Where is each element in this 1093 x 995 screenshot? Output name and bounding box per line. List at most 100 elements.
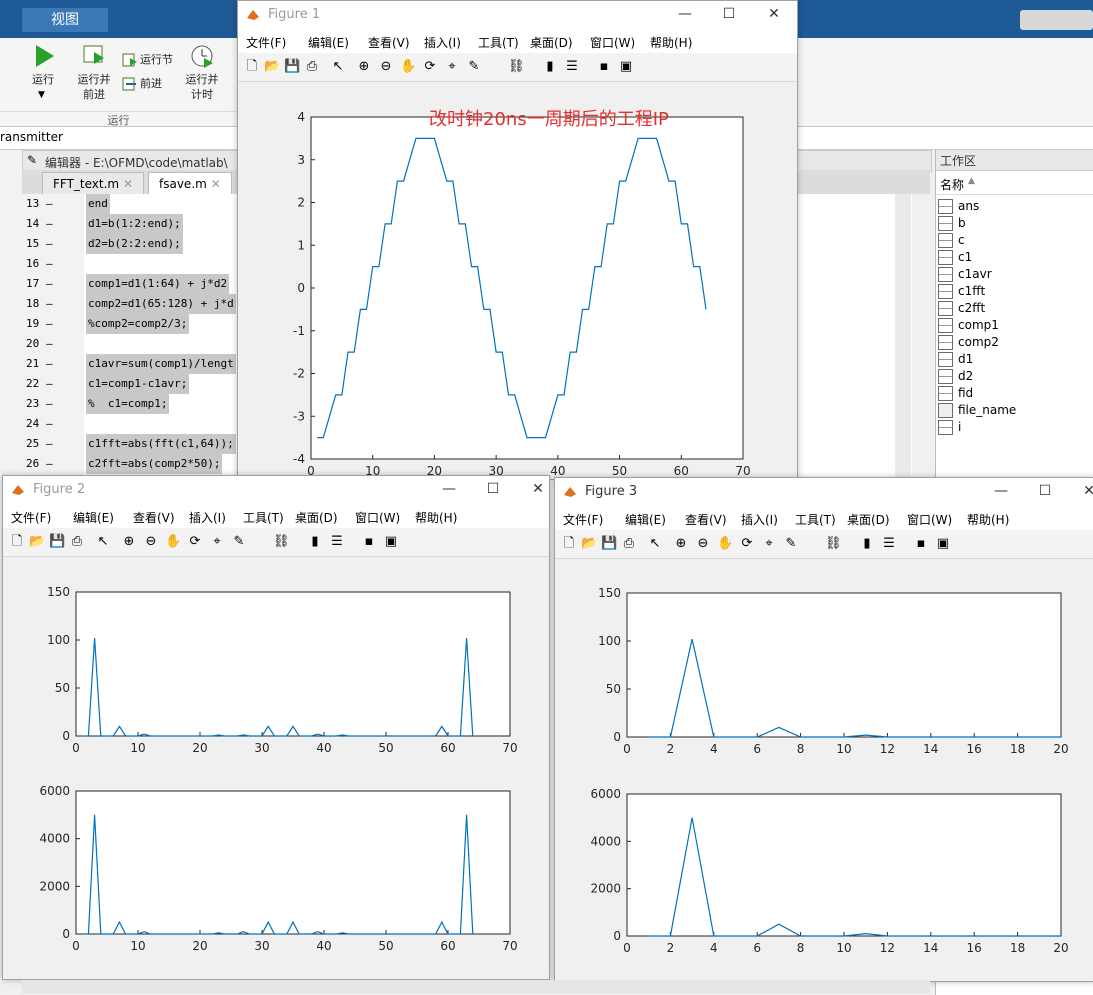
run-dropdown-icon[interactable]: ▼ bbox=[38, 90, 45, 100]
zoom-out-icon[interactable]: ⊖ bbox=[143, 534, 159, 550]
tab-view[interactable]: 视图 bbox=[22, 8, 108, 32]
figure-3-top-axes[interactable]: 0 2 4 6 8 10 12 14 16 18 20 0 50 100 150 bbox=[555, 578, 1093, 778]
workspace-variable[interactable]: d2 bbox=[938, 368, 973, 385]
menu-item[interactable]: 查看(V) bbox=[685, 511, 727, 528]
menu-item[interactable]: 帮助(H) bbox=[967, 511, 1009, 528]
minimize-button[interactable]: — bbox=[439, 481, 459, 497]
show-plot-tools-icon[interactable]: ▣ bbox=[383, 534, 399, 550]
breakpoint-marker[interactable]: — bbox=[46, 294, 53, 314]
link-plot-icon[interactable]: ⛓ bbox=[273, 534, 290, 550]
new-figure-icon[interactable]: 🗋 bbox=[561, 536, 577, 552]
workspace-variable[interactable]: c1fft bbox=[938, 283, 985, 300]
advance-button[interactable]: 前进 bbox=[140, 76, 162, 91]
print-icon[interactable]: ⎙ bbox=[304, 59, 320, 75]
open-file-icon[interactable]: 📂 bbox=[581, 536, 597, 552]
print-icon[interactable]: ⎙ bbox=[69, 534, 85, 550]
legend-icon[interactable]: ☰ bbox=[564, 59, 580, 75]
workspace-variable[interactable]: comp2 bbox=[938, 334, 999, 351]
menu-item[interactable]: 文件(F) bbox=[246, 34, 286, 51]
maximize-button[interactable]: ☐ bbox=[483, 481, 503, 497]
desktop-hscrollbar[interactable] bbox=[22, 980, 930, 994]
workspace-variable[interactable]: c2fft bbox=[938, 300, 985, 317]
show-plot-tools-icon[interactable]: ▣ bbox=[935, 536, 951, 552]
run-time-button[interactable]: 运行并 计时 bbox=[178, 72, 226, 102]
hide-plot-tools-icon[interactable]: ▪ bbox=[913, 536, 929, 552]
open-file-icon[interactable]: 📂 bbox=[264, 59, 280, 75]
menu-item[interactable]: 桌面(D) bbox=[530, 34, 573, 51]
figure-3-bottom-axes[interactable]: 0 2 4 6 8 10 12 14 16 18 20 0 2000 4000 6000 bbox=[555, 778, 1093, 968]
breakpoint-marker[interactable]: — bbox=[46, 254, 53, 274]
open-file-icon[interactable]: 📂 bbox=[29, 534, 45, 550]
close-button[interactable]: ✕ bbox=[1079, 483, 1093, 499]
breakpoint-marker[interactable]: — bbox=[46, 354, 53, 374]
menu-item[interactable]: 插入(I) bbox=[741, 511, 778, 528]
data-cursor-icon[interactable]: ⌖ bbox=[761, 536, 777, 552]
run-section-icon[interactable] bbox=[122, 52, 138, 71]
run-section-button[interactable]: 运行节 bbox=[140, 52, 173, 67]
menu-item[interactable]: 帮助(H) bbox=[415, 509, 457, 526]
menu-item[interactable]: 窗口(W) bbox=[590, 34, 635, 51]
breakpoint-marker[interactable]: — bbox=[46, 214, 53, 234]
print-icon[interactable]: ⎙ bbox=[621, 536, 637, 552]
workspace-variable[interactable]: c1avr bbox=[938, 266, 992, 283]
breakpoint-marker[interactable]: — bbox=[46, 414, 53, 434]
menu-item[interactable]: 文件(F) bbox=[11, 509, 51, 526]
save-icon[interactable]: 💾 bbox=[284, 59, 300, 75]
new-figure-icon[interactable]: 🗋 bbox=[244, 59, 260, 75]
show-plot-tools-icon[interactable]: ▣ bbox=[618, 59, 634, 75]
menu-item[interactable]: 编辑(E) bbox=[73, 509, 114, 526]
workspace-variable[interactable]: d1 bbox=[938, 351, 973, 368]
legend-icon[interactable]: ☰ bbox=[881, 536, 897, 552]
close-button[interactable]: ✕ bbox=[764, 6, 784, 22]
menu-item[interactable]: 插入(I) bbox=[424, 34, 461, 51]
breakpoint-marker[interactable]: — bbox=[46, 334, 53, 354]
workspace-variable[interactable]: i bbox=[938, 419, 961, 436]
brush-icon[interactable]: ✎ bbox=[783, 536, 799, 552]
menu-item[interactable]: 窗口(W) bbox=[907, 511, 952, 528]
pan-icon[interactable]: ✋ bbox=[717, 536, 733, 552]
menu-item[interactable]: 桌面(D) bbox=[847, 511, 890, 528]
tab-fft-text[interactable]: FFT_text.m ✕ bbox=[42, 172, 145, 195]
colorbar-icon[interactable]: ▮ bbox=[859, 536, 875, 552]
menu-item[interactable]: 工具(T) bbox=[243, 509, 284, 526]
edit-plot-icon[interactable]: ↖ bbox=[330, 59, 346, 75]
breakpoint-marker[interactable]: — bbox=[46, 434, 53, 454]
quick-access-toolbar[interactable] bbox=[1020, 10, 1093, 30]
rotate-icon[interactable]: ⟳ bbox=[739, 536, 755, 552]
colorbar-icon[interactable]: ▮ bbox=[307, 534, 323, 550]
workspace-variable[interactable]: file_name bbox=[938, 402, 1016, 419]
link-plot-icon[interactable]: ⛓ bbox=[508, 59, 525, 75]
menu-item[interactable]: 查看(V) bbox=[368, 34, 410, 51]
pan-icon[interactable]: ✋ bbox=[165, 534, 181, 550]
workspace-variable[interactable]: comp1 bbox=[938, 317, 999, 334]
legend-icon[interactable]: ☰ bbox=[329, 534, 345, 550]
breakpoint-marker[interactable]: — bbox=[46, 314, 53, 334]
breakpoint-marker[interactable]: — bbox=[46, 194, 53, 214]
data-cursor-icon[interactable]: ⌖ bbox=[209, 534, 225, 550]
menu-item[interactable]: 帮助(H) bbox=[650, 34, 692, 51]
figure-1-axes[interactable]: 0 10 20 30 40 50 60 7043210-1-2-3-4改时钟20ns一周期后的… bbox=[276, 101, 796, 479]
run-button[interactable]: 运行 bbox=[20, 72, 66, 87]
menu-item[interactable]: 编辑(E) bbox=[308, 34, 349, 51]
brush-icon[interactable]: ✎ bbox=[466, 59, 482, 75]
figure-2-top-axes[interactable]: 0 10 20 30 40 50 60 70 0 50 100 150 bbox=[3, 576, 549, 776]
breakpoint-marker[interactable]: — bbox=[46, 274, 53, 294]
zoom-in-icon[interactable]: ⊕ bbox=[121, 534, 137, 550]
tab-fsave[interactable]: fsave.m ✕ bbox=[148, 172, 232, 195]
menu-item[interactable]: 插入(I) bbox=[189, 509, 226, 526]
pan-icon[interactable]: ✋ bbox=[400, 59, 416, 75]
workspace-variable[interactable]: c bbox=[938, 232, 965, 249]
zoom-in-icon[interactable]: ⊕ bbox=[673, 536, 689, 552]
breakpoint-marker[interactable]: — bbox=[46, 374, 53, 394]
workspace-name-column[interactable]: 名称 ▲ bbox=[936, 172, 1093, 195]
rotate-icon[interactable]: ⟳ bbox=[187, 534, 203, 550]
colorbar-icon[interactable]: ▮ bbox=[542, 59, 558, 75]
menu-item[interactable]: 文件(F) bbox=[563, 511, 603, 528]
run-advance-icon[interactable] bbox=[80, 42, 108, 70]
breakpoint-marker[interactable]: — bbox=[46, 454, 53, 474]
data-cursor-icon[interactable]: ⌖ bbox=[444, 59, 460, 75]
run-advance-button[interactable]: 运行并 前进 bbox=[70, 72, 118, 102]
minimize-button[interactable]: — bbox=[675, 6, 695, 22]
link-plot-icon[interactable]: ⛓ bbox=[825, 536, 842, 552]
maximize-button[interactable]: ☐ bbox=[719, 6, 739, 22]
